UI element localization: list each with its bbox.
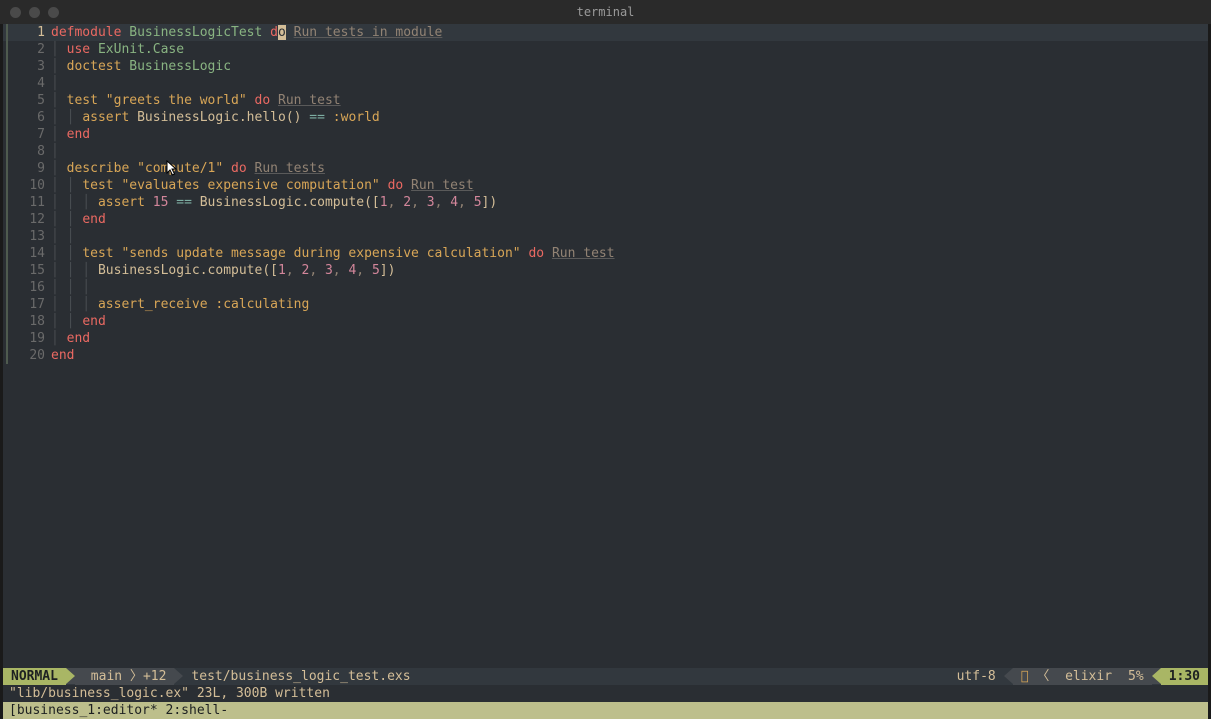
line-number: 14 (3, 245, 51, 262)
window-title: terminal (0, 5, 1211, 19)
line-number: 17 (3, 296, 51, 313)
code-line[interactable]: 16 │ │ │ (3, 279, 1208, 296)
message-line: "lib/business_logic.ex" 23L, 300B writte… (3, 685, 1208, 702)
run-test-lens[interactable]: Run test (411, 178, 474, 193)
zoom-window-button[interactable] (48, 7, 59, 18)
git-branch-segment: main 〉+12 (75, 668, 174, 685)
line-number: 10 (3, 177, 51, 194)
line-number: 11 (3, 194, 51, 211)
diagnostics-segment: 󰛩 〈 elixir (1013, 668, 1120, 685)
line-number: 16 (3, 279, 51, 296)
separator-icon (174, 668, 183, 684)
code-line[interactable]: 14 │ │ test "sends update message during… (3, 245, 1208, 262)
statusline-fill (419, 668, 949, 685)
window-titlebar: terminal (0, 0, 1211, 24)
code-line[interactable]: 19 │ end (3, 330, 1208, 347)
code-line[interactable]: 18 │ │ end (3, 313, 1208, 330)
vim-mode-indicator: NORMAL (3, 668, 66, 685)
code-line[interactable]: 1 defmodule BusinessLogicTest do Run tes… (3, 24, 1208, 41)
filetype-label: elixir (1065, 668, 1112, 685)
line-number: 3 (3, 58, 51, 75)
hint-icon: 󰛩 (1021, 668, 1029, 685)
separator-icon (66, 668, 75, 684)
traffic-lights (10, 7, 59, 18)
line-number: 2 (3, 41, 51, 58)
code-editor[interactable]: 1 defmodule BusinessLogicTest do Run tes… (3, 24, 1208, 668)
line-number: 19 (3, 330, 51, 347)
run-module-tests-lens[interactable]: Run tests in module (294, 25, 443, 40)
separator-icon (1152, 668, 1161, 684)
encoding: utf-8 (949, 668, 1004, 685)
line-number: 8 (3, 143, 51, 160)
line-number: 1 (3, 24, 51, 41)
code-line[interactable]: 8 │ (3, 143, 1208, 160)
line-number: 20 (3, 347, 51, 364)
code-line[interactable]: 11 │ │ │ assert 15 == BusinessLogic.comp… (3, 194, 1208, 211)
branch-name: main (91, 668, 122, 685)
code-line[interactable]: 12 │ │ end (3, 211, 1208, 228)
line-number: 5 (3, 92, 51, 109)
code-line[interactable]: 10 │ │ test "evaluates expensive computa… (3, 177, 1208, 194)
code-line[interactable]: 9 │ describe "compute/1" do Run tests (3, 160, 1208, 177)
code-line[interactable]: 20 end (3, 347, 1208, 364)
minimize-window-button[interactable] (29, 7, 40, 18)
separator-icon (1004, 668, 1013, 684)
filepath: test/business_logic_test.exs (183, 668, 418, 685)
text-cursor: o (278, 25, 286, 40)
statusline: NORMAL main 〉+12 test/business_logic_tes… (3, 668, 1208, 685)
close-window-button[interactable] (10, 7, 21, 18)
line-number: 7 (3, 126, 51, 143)
code-line[interactable]: 7 │ end (3, 126, 1208, 143)
line-number: 9 (3, 160, 51, 177)
code-line[interactable]: 4 │ (3, 75, 1208, 92)
run-test-lens[interactable]: Run test (552, 246, 615, 261)
tmux-statusline[interactable]: [business_1:editor* 2:shell- (3, 702, 1208, 719)
line-number: 4 (3, 75, 51, 92)
diff-added-indicator (6, 24, 8, 364)
line-number: 12 (3, 211, 51, 228)
vcs-changes: +12 (143, 668, 166, 685)
code-line[interactable]: 17 │ │ │ assert_receive :calculating (3, 296, 1208, 313)
cursor-position: 1:30 (1161, 668, 1208, 685)
scroll-percent: 5% (1120, 668, 1152, 685)
code-line[interactable]: 5 │ test "greets the world" do Run test (3, 92, 1208, 109)
line-number: 18 (3, 313, 51, 330)
line-number: 15 (3, 262, 51, 279)
line-number: 13 (3, 228, 51, 245)
code-line[interactable]: 13 │ │ (3, 228, 1208, 245)
code-line[interactable]: 6 │ │ assert BusinessLogic.hello() == :w… (3, 109, 1208, 126)
code-line[interactable]: 15 │ │ │ BusinessLogic.compute([1, 2, 3,… (3, 262, 1208, 279)
run-describe-tests-lens[interactable]: Run tests (255, 161, 325, 176)
line-number: 6 (3, 109, 51, 126)
code-line[interactable]: 2 │ use ExUnit.Case (3, 41, 1208, 58)
run-test-lens[interactable]: Run test (278, 93, 341, 108)
code-line[interactable]: 3 │ doctest BusinessLogic (3, 58, 1208, 75)
